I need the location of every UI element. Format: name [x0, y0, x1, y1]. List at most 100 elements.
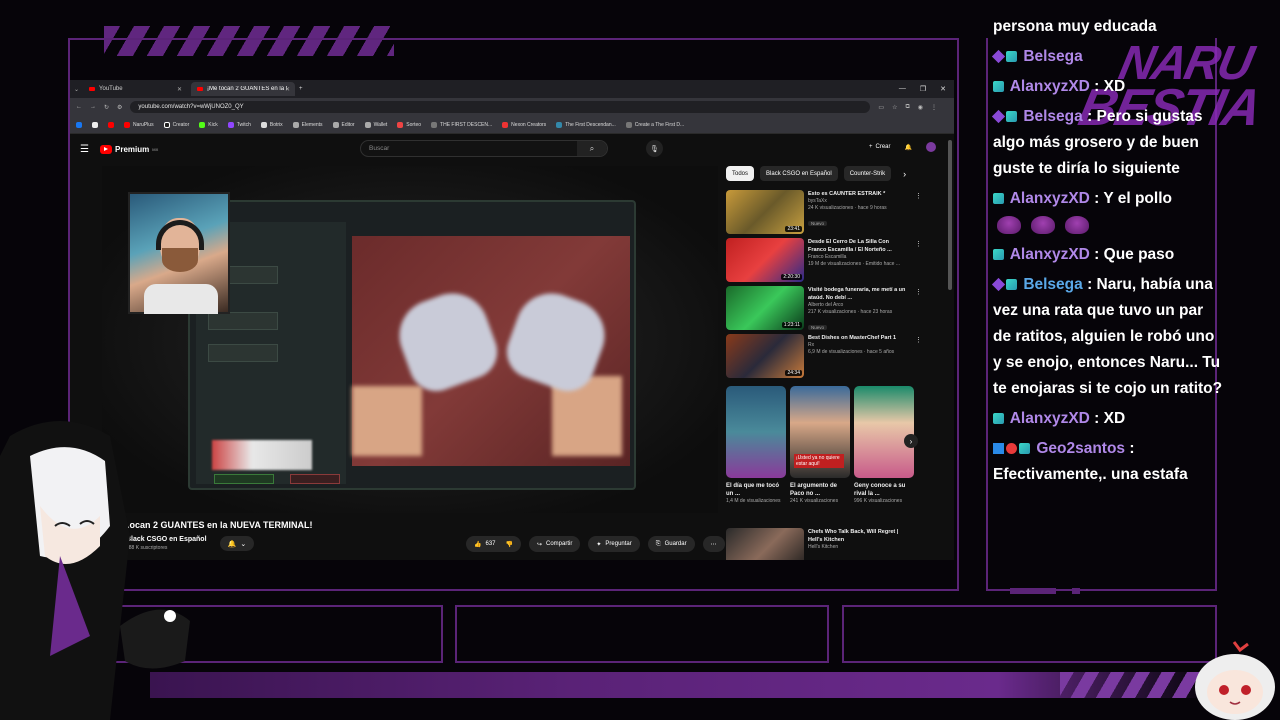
bookmark-creator[interactable]: Creator: [163, 121, 190, 128]
bookmark-label: Elements: [301, 121, 323, 128]
save-button[interactable]: ⎘ Guardar: [647, 536, 695, 552]
back-icon[interactable]: ←: [76, 104, 82, 110]
short-item[interactable]: El día que me tocó un ... 1,4 M de visua…: [726, 386, 786, 504]
bookmark-kick[interactable]: Kick: [199, 121, 218, 128]
chat-username[interactable]: Belsega: [1023, 108, 1082, 125]
bookmark-x-icon[interactable]: [92, 121, 98, 128]
rec-views: 24 K visualizaciones · hace 9 horas: [808, 205, 887, 211]
more-actions-button[interactable]: ⋯: [702, 536, 725, 552]
rec-channel: bysTaXx: [808, 198, 827, 204]
rec-views: 19 M de visualizaciones · Emitido hace .…: [808, 261, 900, 267]
chat-username[interactable]: Belsega: [1023, 276, 1082, 293]
reload-icon[interactable]: ↻: [104, 104, 109, 111]
url-field[interactable]: youtube.com/watch?v=wWjUNOZ0_QY: [130, 101, 871, 113]
tab-video[interactable]: ¡Me tocan 2 GUANTES en la N... ✕: [191, 82, 296, 96]
create-button[interactable]: + Crear: [869, 144, 891, 150]
rec-channel: Hell's Kitchen: [808, 544, 839, 550]
thumbs-up-icon: 👍: [474, 541, 482, 548]
tab-search-icon[interactable]: ⌄: [74, 86, 79, 93]
chip-counter-strike[interactable]: Counter-Strik: [843, 166, 892, 181]
more-options-icon[interactable]: ⋮: [915, 240, 922, 248]
bookmark-nexon[interactable]: Nexon Creators: [502, 121, 546, 128]
short-item[interactable]: ¡Usted ya no quiere estar aquí! El argum…: [790, 386, 850, 504]
profile-icon[interactable]: ◉: [918, 104, 923, 111]
bookmark-wallet[interactable]: Wallet: [364, 121, 387, 128]
duration-badge: 23:41: [785, 226, 802, 232]
forward-icon[interactable]: →: [90, 104, 96, 110]
tab-label: ¡Me tocan 2 GUANTES en la N...: [207, 86, 288, 92]
thumbs-down-icon[interactable]: 👎: [506, 541, 513, 548]
chat-username[interactable]: AlanxyzXD: [1010, 78, 1090, 95]
video-actions: 👍 637 👎 ↪ Compartir ✦ Preguntar ⎘ Guardar ⋯: [466, 536, 725, 552]
bookmark-label: NaruPlus: [133, 121, 154, 128]
rec-title: Visité bodega funeraria, me metí a un at…: [808, 287, 906, 301]
bookmark-tfd-2[interactable]: The First Descendan...: [556, 121, 616, 128]
share-button[interactable]: ↪ Compartir: [528, 536, 581, 552]
close-tab-icon[interactable]: ✕: [177, 86, 182, 93]
short-thumbnail: ¡Usted ya no quiere estar aquí!: [790, 386, 850, 478]
extensions-icon[interactable]: ⧉: [905, 104, 909, 111]
bookmark-twitch[interactable]: Twitch: [227, 121, 251, 128]
more-options-icon[interactable]: ⋮: [915, 192, 922, 200]
bookmark-star-icon[interactable]: ☆: [892, 104, 897, 111]
close-tab-icon[interactable]: ✕: [285, 86, 290, 93]
recommendation-item[interactable]: 1:23:11 Visité bodega funeraria, me metí…: [726, 286, 922, 332]
menu-icon[interactable]: ⋮: [931, 104, 937, 111]
header-actions: + Crear 🔔: [869, 142, 936, 152]
logo-text: Premium: [115, 144, 150, 154]
stream-overlay: ⌄ YouTube ✕ ¡Me tocan 2 GUANTES en la N.…: [0, 0, 1280, 720]
tab-youtube[interactable]: YouTube ✕: [83, 82, 187, 96]
like-button[interactable]: 👍 637 👎: [466, 536, 521, 552]
bookmark-label: Create a The First D...: [634, 121, 685, 128]
site-info-icon[interactable]: ⚙: [117, 104, 122, 111]
recommendation-item[interactable]: 23:41 Esto es CAUNTER ESTRAIK * bysTaXx 24…: [726, 190, 922, 236]
account-avatar[interactable]: [926, 142, 936, 152]
chat-username[interactable]: Belsega: [1023, 48, 1082, 65]
chat-username[interactable]: AlanxyzXD: [1010, 246, 1090, 263]
offer-card: [208, 312, 278, 330]
rec-title: Chefs Who Talk Back, Will Regret | Hell'…: [808, 529, 899, 543]
recommendation-item[interactable]: 2:20:30 Desde El Cerro De La Silla Con F…: [726, 238, 922, 284]
close-window-icon[interactable]: ✕: [940, 85, 946, 93]
bookmark-naruplus[interactable]: NaruPlus: [124, 121, 154, 128]
ask-button[interactable]: ✦ Preguntar: [588, 536, 640, 552]
bookmark-create[interactable]: Create a The First D...: [625, 121, 685, 128]
bookmark-tfd[interactable]: THE FIRST DESCEN...: [431, 121, 492, 128]
subscription-bell-button[interactable]: 🔔 ⌄: [220, 536, 254, 551]
bookmark-facebook-icon[interactable]: [76, 121, 82, 128]
webcam-beard: [162, 248, 198, 272]
notifications-bell-icon[interactable]: 🔔: [905, 144, 912, 151]
minimize-icon[interactable]: —: [899, 85, 906, 93]
search-input[interactable]: Buscar ⌕: [360, 140, 608, 157]
bookmark-label: Creator: [172, 121, 190, 128]
microphone-icon[interactable]: 🎙: [646, 140, 663, 157]
page-scrollbar[interactable]: [948, 140, 952, 290]
search-icon[interactable]: ⌕: [577, 141, 607, 156]
more-options-icon[interactable]: ⋮: [915, 336, 922, 344]
restore-icon[interactable]: ❐: [920, 85, 926, 93]
bookmark-sorteo[interactable]: Sorteo: [397, 121, 421, 128]
shorts-next-icon[interactable]: ›: [904, 434, 918, 448]
cast-icon[interactable]: ▭: [878, 104, 884, 111]
gift-badge-icon: [993, 413, 1004, 424]
chat-username[interactable]: AlanxyzXD: [1010, 190, 1090, 207]
chip-channel[interactable]: Black CSGO en Español: [760, 166, 838, 181]
bookmark-editor[interactable]: Editor: [332, 121, 355, 128]
chat-username[interactable]: Geo2santos: [1036, 440, 1125, 457]
bookmark-youtube-icon[interactable]: [108, 121, 114, 128]
short-thumbnail: [726, 386, 786, 478]
sub-badge-icon: [991, 49, 1006, 64]
chevron-right-icon[interactable]: ›: [903, 169, 906, 179]
hamburger-menu-icon[interactable]: ☰: [80, 144, 96, 155]
video-thumbnail: 23:41: [726, 190, 804, 234]
more-options-icon[interactable]: ⋮: [915, 288, 922, 296]
bookmark-botrix[interactable]: Botrix: [260, 121, 283, 128]
chip-all[interactable]: Todos: [726, 166, 755, 181]
video-thumbnail: 2:20:30: [726, 238, 804, 282]
chibi-bow: [1232, 641, 1249, 653]
recommendation-item[interactable]: 24:34 Best Dishes on MasterChef Part 1 Rx…: [726, 334, 922, 380]
bookmark-elements[interactable]: Elements: [292, 121, 323, 128]
new-tab-icon[interactable]: +: [299, 86, 303, 92]
youtube-logo[interactable]: Premium MX: [100, 144, 158, 154]
chat-username[interactable]: AlanxyzXD: [1010, 410, 1090, 427]
